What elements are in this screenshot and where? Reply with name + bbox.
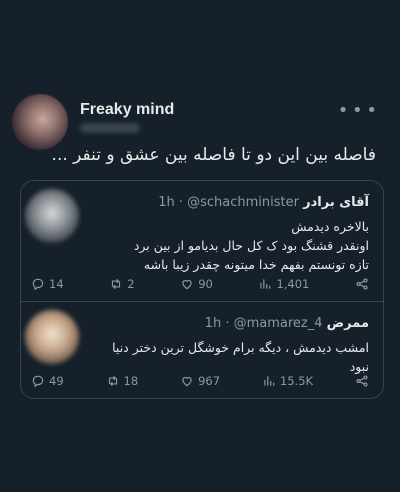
views-icon: [260, 279, 271, 289]
share-icon: [356, 278, 368, 290]
share-icon: [356, 375, 368, 387]
timestamp: 1h: [204, 316, 222, 331]
retweet-icon: [112, 278, 121, 290]
quoted-author-name[interactable]: آقای برادر: [303, 195, 369, 210]
views-icon: [264, 376, 275, 386]
action-bar: 49 18 967 15.5K: [31, 374, 369, 388]
avatar[interactable]: [25, 310, 79, 364]
avatar[interactable]: [25, 189, 79, 243]
quoted-tweet[interactable]: آقای برادر @schachminister · 1h بالاخره …: [21, 181, 383, 301]
quoted-author-handle[interactable]: @mamarez_4: [234, 316, 323, 331]
text-line: امشب دیدمش ، دیگه برام خوشگل ترین دختر د…: [112, 340, 369, 355]
like-button[interactable]: 967: [180, 374, 220, 388]
quoted-thread[interactable]: آقای برادر @schachminister · 1h بالاخره …: [20, 180, 384, 399]
views-count: 15.5K: [279, 374, 314, 388]
timestamp: 1h: [158, 195, 175, 210]
action-bar: 14 2 90 1,401: [31, 277, 369, 291]
retweet-count: 18: [123, 374, 139, 388]
share-button[interactable]: [355, 277, 369, 291]
author-name[interactable]: Freaky mind: [80, 101, 174, 119]
text-line: اونقدر قشنگ بود ک کل حال بدیامو از بین ب…: [133, 238, 369, 253]
like-icon: [182, 280, 192, 290]
quoted-tweet-header: آقای برادر @schachminister · 1h: [158, 195, 369, 210]
tweet-text: فاصله بین این دو تا فاصله بین عشق و تنفر…: [51, 145, 376, 165]
tweet: Freaky mind • • • فاصله بین این دو تا فا…: [0, 0, 400, 492]
retweet-icon: [108, 375, 117, 387]
like-button[interactable]: 90: [180, 277, 213, 291]
views-button[interactable]: 15.5K: [262, 374, 313, 388]
views-button[interactable]: 1,401: [258, 277, 309, 291]
like-count: 90: [198, 277, 213, 291]
reply-button[interactable]: 49: [31, 374, 64, 388]
text-line: تازه تونستم بفهم خدا میتونه چقدر زیبا با…: [143, 257, 369, 272]
retweet-button[interactable]: 2: [109, 277, 135, 291]
reply-count: 49: [49, 374, 64, 388]
retweet-button[interactable]: 18: [106, 374, 139, 388]
reply-icon: [32, 375, 44, 388]
quoted-author-name[interactable]: ممرض: [327, 316, 369, 331]
reply-icon: [32, 278, 44, 291]
quoted-tweet[interactable]: ممرض @mamarez_4 · 1h امشب دیدمش ، دیگه ب…: [21, 301, 383, 398]
views-count: 1,401: [276, 277, 310, 291]
like-icon: [182, 377, 192, 387]
share-button[interactable]: [355, 374, 369, 388]
quoted-author-handle[interactable]: @schachminister: [187, 195, 299, 210]
reply-button[interactable]: 14: [31, 277, 64, 291]
retweet-count: 2: [127, 277, 135, 291]
quoted-tweet-header: ممرض @mamarez_4 · 1h: [204, 316, 369, 331]
reply-count: 14: [49, 277, 64, 291]
author-avatar[interactable]: [12, 94, 68, 150]
text-line: بالاخره دیدمش: [291, 219, 369, 234]
more-icon[interactable]: • • •: [338, 100, 377, 121]
author-handle-blurred: [80, 123, 140, 133]
like-count: 967: [198, 374, 221, 388]
quoted-tweet-text: امشب دیدمش ، دیگه برام خوشگل ترین دختر د…: [89, 338, 369, 376]
quoted-tweet-text: بالاخره دیدمش اونقدر قشنگ بود ک کل حال ب…: [89, 217, 369, 274]
